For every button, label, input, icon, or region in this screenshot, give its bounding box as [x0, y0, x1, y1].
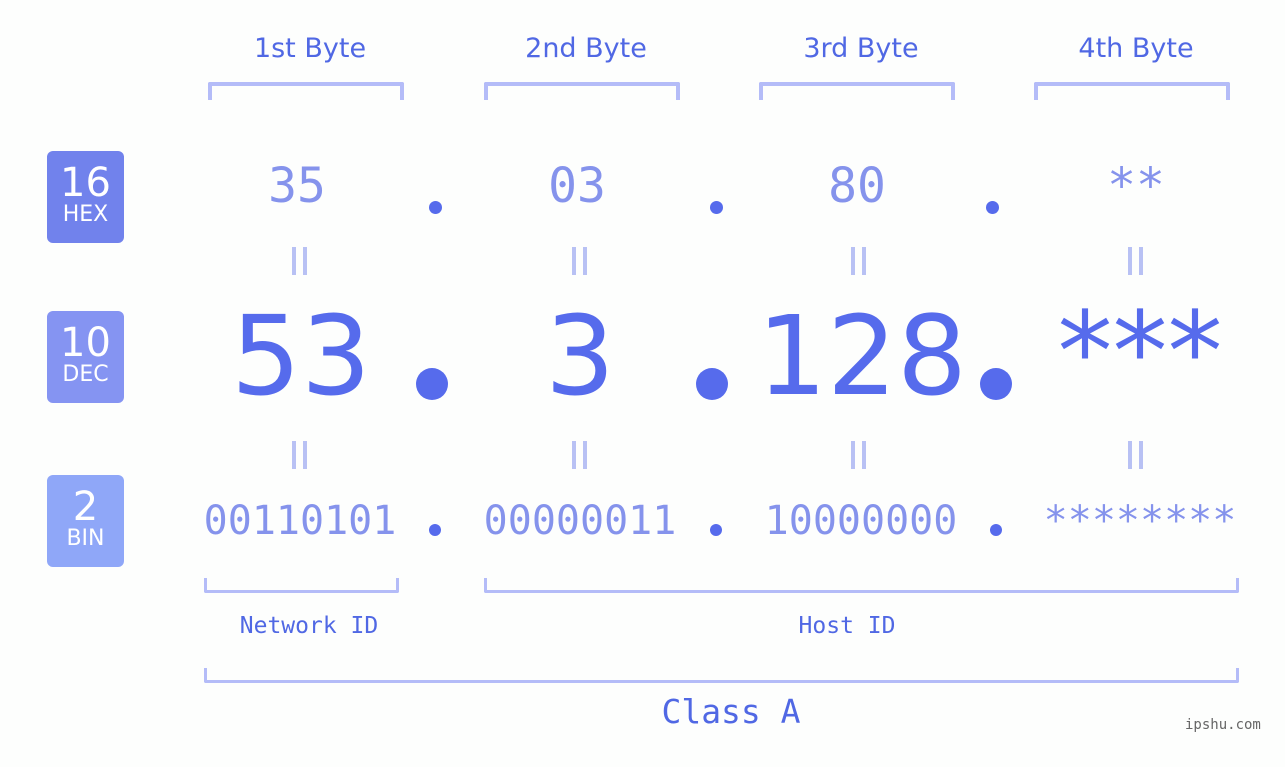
dec-label: DEC: [62, 362, 109, 387]
bin-dot-2: [710, 524, 722, 536]
hex-base: 16: [60, 160, 111, 206]
equals-icon: [1128, 247, 1144, 275]
host-id-label: Host ID: [798, 613, 896, 639]
equals-icon: [1128, 441, 1144, 469]
dec-base: 10: [60, 320, 111, 366]
bin-dot-3: [990, 524, 1002, 536]
hex-dot-3: [986, 201, 999, 214]
byte-header-1: 1st Byte: [253, 33, 367, 64]
dec-value-1: 53: [231, 292, 371, 420]
bin-value-1: 00110101: [203, 498, 397, 544]
byte-header-2: 2nd Byte: [525, 33, 647, 64]
equals-icon: [292, 247, 308, 275]
dec-value-2: 3: [545, 292, 615, 420]
hex-value-4: **: [1107, 158, 1165, 214]
dec-dot-3: [980, 368, 1012, 400]
bin-dot-1: [429, 524, 441, 536]
equals-icon: [851, 441, 867, 469]
watermark: ipshu.com: [1185, 717, 1261, 733]
byte-bracket-1: [208, 82, 404, 100]
dec-value-4: ***: [1057, 288, 1223, 416]
network-id-bracket: [204, 578, 399, 593]
byte-bracket-2: [484, 82, 680, 100]
dec-value-3: 128: [757, 292, 967, 420]
bin-badge: 2 BIN: [47, 475, 124, 567]
equals-icon: [851, 247, 867, 275]
dec-badge: 10 DEC: [47, 311, 124, 403]
equals-icon: [572, 441, 588, 469]
hex-dot-1: [429, 201, 442, 214]
bin-value-3: 10000000: [764, 498, 958, 544]
dec-dot-2: [696, 368, 728, 400]
bin-label: BIN: [66, 526, 105, 551]
bin-base: 2: [72, 484, 99, 530]
byte-header-3: 3rd Byte: [803, 33, 919, 64]
byte-bracket-4: [1034, 82, 1230, 100]
host-id-bracket: [484, 578, 1239, 593]
hex-label: HEX: [62, 202, 109, 227]
hex-value-3: 80: [828, 158, 886, 214]
class-label: Class A: [661, 692, 801, 731]
byte-header-4: 4th Byte: [1078, 33, 1194, 64]
dec-dot-1: [416, 368, 448, 400]
hex-value-1: 35: [268, 158, 326, 214]
hex-badge: 16 HEX: [47, 151, 124, 243]
byte-bracket-3: [759, 82, 955, 100]
equals-icon: [572, 247, 588, 275]
bin-value-4: ********: [1043, 498, 1237, 544]
hex-dot-2: [710, 201, 723, 214]
class-bracket: [204, 668, 1239, 683]
network-id-label: Network ID: [239, 613, 379, 639]
hex-value-2: 03: [548, 158, 606, 214]
equals-icon: [292, 441, 308, 469]
bin-value-2: 00000011: [483, 498, 677, 544]
